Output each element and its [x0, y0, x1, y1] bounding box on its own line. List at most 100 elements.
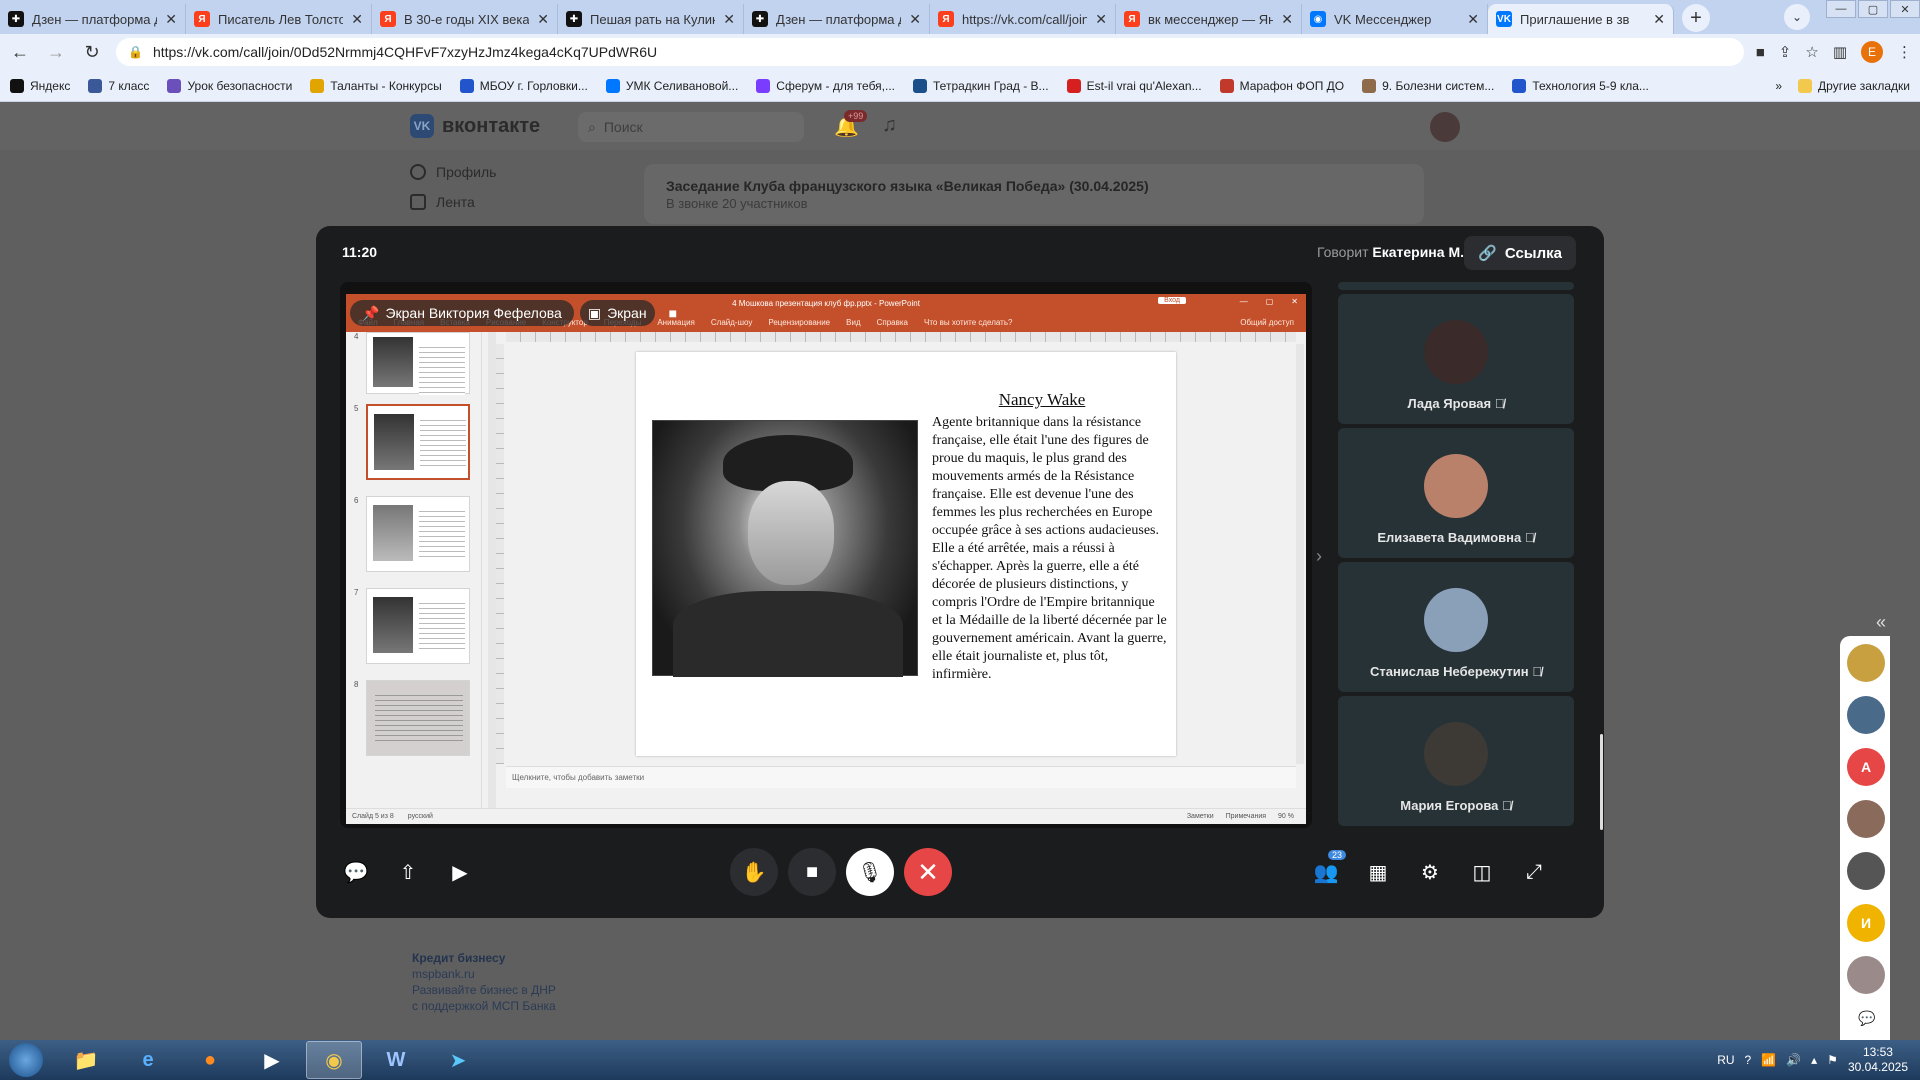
fullscreen-button[interactable]: ⤢	[1510, 848, 1558, 896]
taskbar-explorer[interactable]: 📁	[58, 1041, 114, 1079]
bookmark-item[interactable]: Марафон ФОП ДО	[1219, 78, 1344, 93]
media-button[interactable]: ▶	[436, 848, 484, 896]
taskbar-firefox[interactable]: ●	[182, 1041, 238, 1079]
new-tab-button[interactable]: +	[1682, 4, 1710, 32]
language-indicator[interactable]: RU	[1717, 1053, 1734, 1067]
sidebar-item-profile[interactable]: Профиль	[410, 164, 496, 180]
raise-hand-button[interactable]: ✋	[730, 848, 778, 896]
bookmark-item[interactable]: Технология 5-9 кла...	[1512, 78, 1649, 93]
menu-icon[interactable]: ⋮	[1897, 43, 1912, 61]
tab-close-icon[interactable]: ✕	[537, 11, 549, 28]
screen-share-view[interactable]: 4 Мошкова презентация клуб фр.pptx - Pow…	[340, 282, 1312, 828]
bookmark-item[interactable]: Сферум - для тебя,...	[756, 78, 895, 93]
bookmark-item[interactable]: Est-il vrai qu'Alexan...	[1066, 78, 1202, 93]
tab-close-icon[interactable]: ✕	[1095, 11, 1107, 28]
browser-tab[interactable]: Я В 30-е годы XIX века ✕	[372, 4, 558, 34]
tab-close-icon[interactable]: ✕	[1281, 11, 1293, 28]
tab-close-icon[interactable]: ✕	[723, 11, 735, 28]
back-icon[interactable]: ←	[8, 40, 32, 64]
settings-button[interactable]: ⚙	[1406, 848, 1454, 896]
profile-avatar[interactable]: E	[1861, 41, 1883, 63]
bookmark-item[interactable]: Таланты - Конкурсы	[310, 78, 442, 93]
bookmark-item[interactable]: МБОУ г. Горловки...	[459, 78, 588, 93]
tab-search-icon[interactable]: ⌄	[1784, 4, 1810, 30]
contact-avatar[interactable]: И	[1847, 904, 1885, 942]
contact-avatar[interactable]	[1847, 852, 1885, 890]
chat-bubble-icon[interactable]: 💬	[1858, 1010, 1875, 1027]
close-icon[interactable]: ✕	[1890, 0, 1920, 18]
end-call-button[interactable]: ✕	[904, 848, 952, 896]
help-icon[interactable]: ?	[1745, 1053, 1752, 1067]
bookmark-star-icon[interactable]: ☆	[1805, 43, 1818, 61]
grid-view-button[interactable]: ▦	[1354, 848, 1402, 896]
camera-icon[interactable]: ■	[1756, 44, 1765, 61]
bookmark-item[interactable]: Урок безопасности	[167, 78, 292, 93]
lock-icon[interactable]: 🔒	[128, 45, 143, 59]
maximize-icon[interactable]: ▢	[1858, 0, 1888, 18]
taskbar-media[interactable]: ▶	[244, 1041, 300, 1079]
taskbar-telegram[interactable]: ➤	[430, 1041, 486, 1079]
bookmark-item[interactable]: Яндекс	[10, 78, 70, 93]
minimize-window-button[interactable]: ◫	[1458, 848, 1506, 896]
bookmark-item[interactable]: Тетрадкин Град - В...	[913, 78, 1049, 93]
browser-tab[interactable]: ✚ Пешая рать на Кулико ✕	[558, 4, 744, 34]
bookmark-item[interactable]: 9. Болезни систем...	[1362, 78, 1494, 93]
browser-tab[interactable]: ✚ Дзен — платформа д ✕	[744, 4, 930, 34]
participant-tile[interactable]: Мария Егорова 🎙̸	[1338, 696, 1574, 826]
taskbar-chrome[interactable]: ◉	[306, 1041, 362, 1079]
flag-icon[interactable]: ⚑	[1827, 1053, 1838, 1067]
more-bookmarks-icon[interactable]: »	[1775, 79, 1782, 93]
chat-button[interactable]: 💬	[332, 848, 380, 896]
contact-avatar[interactable]	[1847, 696, 1885, 734]
contact-avatar[interactable]: А	[1847, 748, 1885, 786]
browser-tab[interactable]: Яhttps://vk.com/call/join ✕	[930, 4, 1116, 34]
tab-close-icon[interactable]: ✕	[1467, 11, 1479, 28]
sidepanel-icon[interactable]: ▥	[1833, 43, 1847, 61]
share-screen-button[interactable]: ⇧	[384, 848, 432, 896]
microphone-button[interactable]: 🎙	[846, 848, 894, 896]
address-bar[interactable]: 🔒 https://vk.com/call/join/0Dd52Nrmmj4CQ…	[116, 38, 1744, 66]
copy-link-button[interactable]: 🔗 Ссылка	[1464, 236, 1576, 270]
minimize-icon[interactable]: —	[1826, 0, 1856, 18]
start-button[interactable]	[0, 1040, 52, 1080]
browser-tab[interactable]: ◉ VK Мессенджер ✕	[1302, 4, 1488, 34]
participants-scrollbar[interactable]	[1600, 734, 1603, 830]
reload-icon[interactable]: ↻	[80, 40, 104, 64]
participant-tile[interactable]: Елизавета Вадимовна 🎙̸	[1338, 428, 1574, 558]
contact-avatar[interactable]	[1847, 644, 1885, 682]
other-bookmarks[interactable]: Другие закладки	[1798, 78, 1910, 93]
participant-tile[interactable]: Лада Яровая 🎙̸	[1338, 294, 1574, 424]
tab-close-icon[interactable]: ✕	[909, 11, 921, 28]
bookmark-item[interactable]: 7 класс	[88, 78, 149, 93]
ad-block[interactable]: Кредит бизнесу mspbank.ru Развивайте биз…	[412, 950, 562, 1014]
browser-tab[interactable]: VK Приглашение в зв ✕	[1488, 4, 1674, 34]
browser-tab[interactable]: Явк мессенджер — Янд ✕	[1116, 4, 1302, 34]
vk-logo[interactable]: VK вконтакте	[410, 114, 540, 138]
collapse-chevrons-icon[interactable]: «	[1876, 612, 1886, 633]
url-text[interactable]: https://vk.com/call/join/0Dd52Nrmmj4CQHF…	[153, 44, 657, 60]
taskbar-ie[interactable]: e	[120, 1041, 176, 1079]
bookmark-item[interactable]: УМК Селивановой...	[605, 78, 738, 93]
forward-icon[interactable]: →	[44, 40, 68, 64]
browser-tab[interactable]: Я Писатель Лев Толстой ✕	[186, 4, 372, 34]
share-icon[interactable]: ⇪	[1779, 43, 1792, 61]
network-icon[interactable]: 📶	[1761, 1053, 1776, 1067]
chevron-right-icon[interactable]: ›	[1316, 546, 1322, 567]
music-icon[interactable]: ♫	[882, 114, 897, 137]
tab-close-icon[interactable]: ✕	[351, 11, 363, 28]
sidebar-item-feed[interactable]: Лента	[410, 194, 496, 210]
user-avatar[interactable]	[1430, 112, 1460, 142]
browser-tab[interactable]: ✚ Дзен — платформа д ✕	[0, 4, 186, 34]
taskbar-word[interactable]: W	[368, 1041, 424, 1079]
tab-close-icon[interactable]: ✕	[165, 11, 177, 28]
tray-apps-icon[interactable]: ▴	[1811, 1053, 1817, 1067]
participants-button[interactable]: 👥 23	[1302, 848, 1350, 896]
contact-avatar[interactable]	[1847, 800, 1885, 838]
participant-tile[interactable]: Станислав Небережутин 🎙̸	[1338, 562, 1574, 692]
tab-close-icon[interactable]: ✕	[1653, 11, 1665, 28]
contact-avatar[interactable]	[1847, 956, 1885, 994]
clock[interactable]: 13:53 30.04.2025	[1848, 1045, 1908, 1075]
camera-button[interactable]: ■	[788, 848, 836, 896]
volume-icon[interactable]: 🔊	[1786, 1053, 1801, 1067]
vk-search-input[interactable]: ⌕ Поиск	[578, 112, 804, 142]
